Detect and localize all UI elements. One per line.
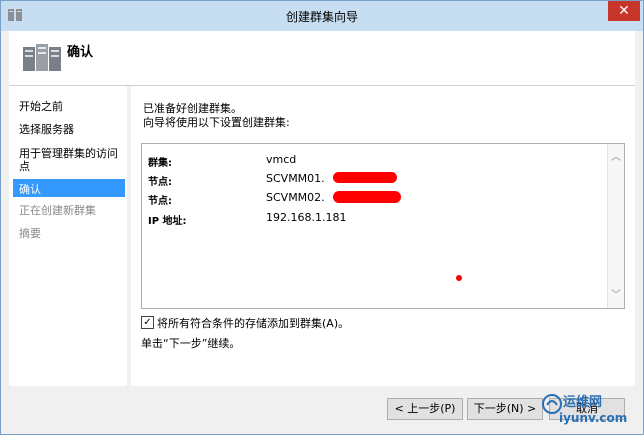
scroll-down-icon[interactable]: ﹀: [611, 286, 621, 301]
server-cluster-icon: [23, 44, 61, 71]
main-panel: 已准备好创建群集。 向导将使用以下设置创建群集: 群集: vmcd 节点: SC…: [131, 86, 635, 386]
wizard-window: 创建群集向导 ✕ 确认 开始之前 选择服务器 用于管理群集的访问 点 确认 正在…: [0, 0, 644, 435]
nav-item-confirm-label: 确认: [19, 183, 41, 196]
summary-value-ip: 192.168.1.181: [266, 211, 347, 224]
summary-label-node2: 节点:: [148, 196, 172, 207]
summary-scrollbar[interactable]: ︿ ﹀: [607, 144, 624, 308]
window-title: 创建群集向导: [285, 10, 358, 24]
settings-intro-text: 向导将使用以下设置创建群集:: [143, 116, 290, 129]
nav-item-before-you-begin[interactable]: 开始之前: [19, 100, 63, 114]
red-dot-mark: [456, 275, 462, 281]
next-button[interactable]: 下一步(N) >: [467, 398, 543, 420]
watermark-text-bottom: iyunv.com: [559, 411, 628, 425]
nav-item-confirm[interactable]: 确认: [13, 179, 125, 197]
summary-box[interactable]: 群集: vmcd 节点: SCVMM01. 节点: SCVMM02. IP 地址…: [141, 143, 625, 309]
title-bar: 创建群集向导 ✕: [1, 1, 643, 31]
nav-item-creating-cluster: 正在创建新群集: [19, 204, 96, 217]
nav-item-access-point[interactable]: 用于管理群集的访问: [19, 147, 118, 161]
page-title: 确认: [67, 45, 94, 60]
summary-label-node1: 节点:: [148, 177, 172, 188]
previous-button[interactable]: < 上一步(P): [387, 398, 463, 420]
add-storage-label[interactable]: 将所有符合条件的存储添加到群集(A)。: [157, 315, 349, 331]
nav-item-access-point-wrap[interactable]: 点: [19, 160, 30, 174]
scroll-up-icon[interactable]: ︿: [611, 148, 621, 163]
page-header: 确认: [9, 31, 635, 86]
wizard-nav: 开始之前 选择服务器 用于管理群集的访问 点 确认 正在创建新群集 摘要: [9, 86, 127, 406]
redaction-mark: [333, 191, 401, 203]
redaction-mark: [333, 172, 397, 183]
nav-item-select-servers[interactable]: 选择服务器: [19, 123, 74, 137]
watermark-text-top: 运维网: [563, 395, 603, 410]
summary-label-cluster: 群集:: [148, 158, 172, 169]
add-storage-checkbox[interactable]: ✓: [141, 316, 154, 329]
next-hint-text: 单击“下一步”继续。: [141, 337, 241, 350]
site-watermark: 运维网 iyunv.com: [541, 389, 641, 433]
close-button[interactable]: ✕: [608, 1, 640, 21]
summary-value-cluster: vmcd: [266, 153, 297, 166]
summary-label-ip: IP 地址:: [148, 216, 187, 227]
summary-value-node2: SCVMM02.: [266, 191, 325, 204]
nav-item-summary: 摘要: [19, 227, 41, 240]
summary-value-node1: SCVMM01.: [266, 172, 325, 185]
